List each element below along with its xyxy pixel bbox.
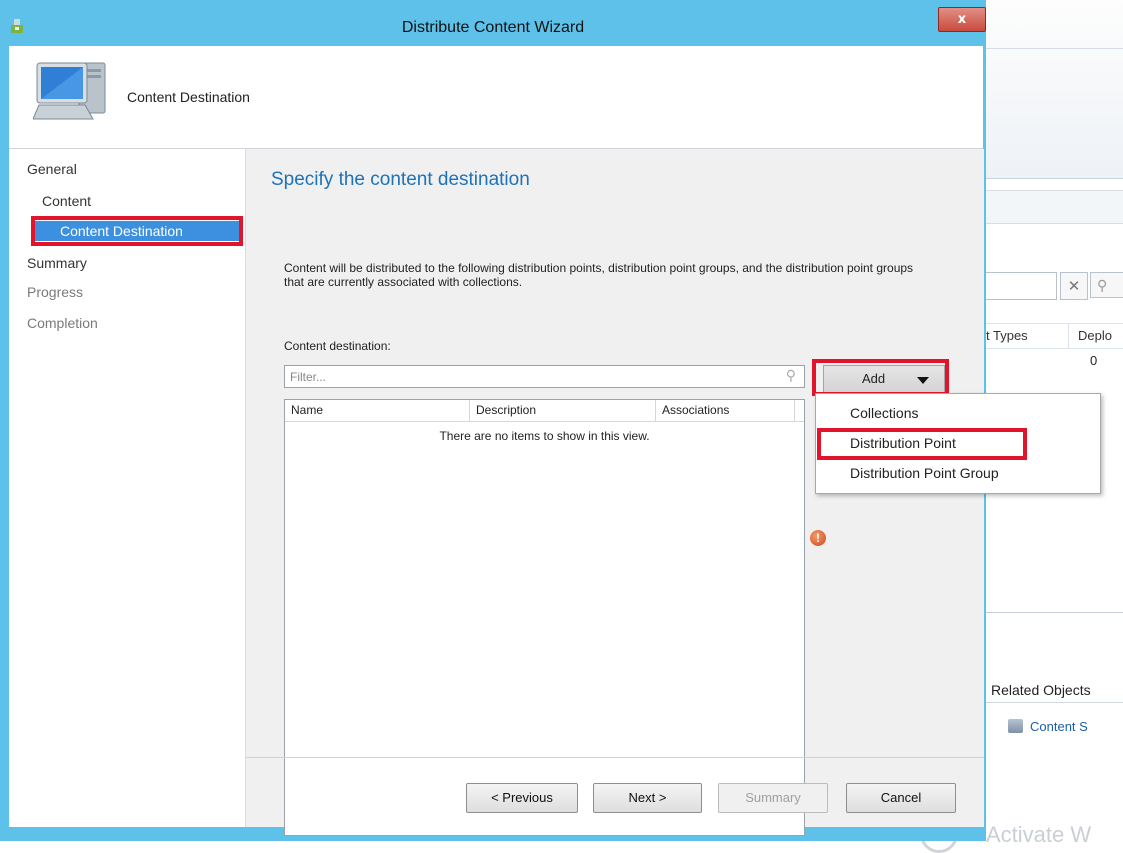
destination-list[interactable]: Name Description Associations There are … <box>284 399 805 836</box>
console-clear-icon[interactable]: ✕ <box>1060 272 1088 300</box>
previous-button[interactable]: < Previous <box>466 783 578 813</box>
menu-item-collections[interactable]: Collections <box>816 401 1096 426</box>
column-associations[interactable]: Associations <box>656 400 795 421</box>
window-title: Distribute Content Wizard <box>401 19 585 36</box>
footer-divider <box>246 757 984 758</box>
nav-completion: Completion <box>27 315 98 331</box>
content-status-link[interactable]: Content S <box>1008 719 1088 734</box>
filter-placeholder: Filter... <box>290 370 327 384</box>
title-bar[interactable]: Distribute Content Wizard x <box>0 0 986 46</box>
add-highlight-box <box>812 359 949 396</box>
nav-content[interactable]: Content <box>42 193 91 209</box>
related-objects-label: Related Objects <box>991 682 1091 698</box>
nav-highlight-box <box>31 216 243 246</box>
error-icon: ! <box>810 530 826 546</box>
content-status-icon <box>1008 719 1023 733</box>
search-icon[interactable]: ⚲ <box>786 368 796 384</box>
distribution-point-highlight-box <box>817 428 1027 460</box>
console-search-icon[interactable]: ⚲ <box>1090 272 1123 298</box>
wizard-nav: General Content Content Destination Summ… <box>9 149 245 827</box>
summary-button: Summary <box>718 783 828 813</box>
list-header: Name Description Associations <box>285 400 804 422</box>
intro-text: Content will be distributed to the follo… <box>284 261 914 289</box>
next-button[interactable]: Next > <box>593 783 702 813</box>
column-name[interactable]: Name <box>285 400 470 421</box>
nav-progress: Progress <box>27 284 84 300</box>
cancel-button[interactable]: Cancel <box>846 783 956 813</box>
console-column-header: t Types Deplo <box>986 323 1123 349</box>
console-search-input[interactable] <box>986 272 1057 300</box>
nav-summary[interactable]: Summary <box>27 255 87 271</box>
console-ribbon <box>986 0 1123 179</box>
computer-icon <box>33 62 106 120</box>
page-heading: Specify the content destination <box>271 169 530 190</box>
nav-general[interactable]: General <box>27 161 77 177</box>
column-description[interactable]: Description <box>470 400 656 421</box>
close-button[interactable]: x <box>938 7 986 32</box>
console-col-types[interactable]: t Types <box>986 328 1028 343</box>
content-destination-label: Content destination: <box>284 339 391 353</box>
console-divider <box>986 612 1123 613</box>
console-breadcrumb-band <box>986 190 1123 224</box>
wizard-header: Content Destination <box>9 46 983 149</box>
console-row-value: 0 <box>1090 353 1098 368</box>
filter-input[interactable]: Filter... ⚲ <box>284 365 805 388</box>
empty-list-message: There are no items to show in this view. <box>439 429 650 443</box>
console-col-deployments[interactable]: Deplo <box>1078 328 1112 343</box>
menu-item-distribution-point-group[interactable]: Distribution Point Group <box>816 461 1096 486</box>
activate-windows-watermark: Activate W <box>986 822 1092 847</box>
header-title: Content Destination <box>127 89 250 105</box>
